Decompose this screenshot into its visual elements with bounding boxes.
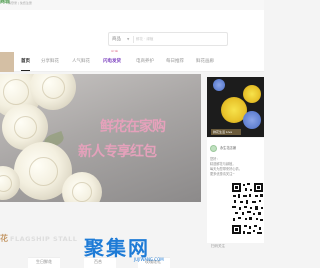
header: 商品 ▼ 鲜花 · 绿植 玫瑰: [0, 10, 264, 54]
nav-item-share[interactable]: 分享鲜花: [41, 52, 59, 72]
blue-flower: [213, 79, 225, 91]
shop-name: 永生花店铺: [220, 146, 236, 150]
side-promo-image[interactable]: 鲜花生活 Live: [207, 77, 264, 137]
banner-headline: 鲜花在家购: [100, 119, 166, 135]
shop-info-card: 永生花店铺 您好： 精选鲜花与绿植， 每天为您带来好心情， 更多优惠请关注~: [207, 138, 264, 243]
search-input[interactable]: 商品 ▼ 鲜花 · 绿植: [108, 32, 228, 46]
nav-item-home[interactable]: 首页: [21, 52, 30, 72]
nav-item-popular[interactable]: 人气鲜花: [72, 52, 90, 72]
nav-item-gallery[interactable]: 鲜花画廊: [196, 52, 214, 72]
side-image-caption: 鲜花生活 Live: [211, 129, 241, 135]
search-divider: [133, 36, 134, 43]
yellow-flower: [243, 85, 261, 103]
search-placeholder: 鲜花 · 绿植: [136, 36, 154, 41]
category-menu-button[interactable]: [0, 52, 14, 72]
shop-avatar: [210, 145, 217, 152]
chevron-down-icon: ▼: [127, 37, 130, 41]
card-line: 更多优惠请关注~: [210, 172, 235, 176]
tab-birthday[interactable]: 生日鲜花: [36, 259, 52, 265]
banner-subheadline: 新人专享红包: [78, 144, 157, 160]
nav-item-daily[interactable]: 每日推荐: [166, 52, 184, 72]
nav-item-care[interactable]: 电商养护: [136, 52, 154, 72]
login-links[interactable]: 请登录 | 免费注册: [8, 1, 32, 5]
qr-caption: 扫码关注: [211, 244, 225, 248]
main-nav: 首页 分享鲜花 人气鲜花 闪电发货 电商养护 每日推荐 鲜花画廊: [0, 52, 264, 72]
nav-item-express[interactable]: 闪电发货: [103, 52, 121, 72]
hero-banner[interactable]: 鲜花在家购 新人专享红包: [0, 74, 201, 202]
qr-code: [231, 181, 264, 236]
watermark-url: JUJIWANG.COM: [134, 257, 164, 262]
section-subtitle: FLAGSHIP STALL: [10, 235, 78, 243]
rose: [62, 172, 102, 202]
blue-flower: [243, 111, 261, 129]
top-bar: 商城 请登录 | 免费注册: [0, 0, 264, 10]
section-title: 花: [0, 234, 8, 243]
search-category-select[interactable]: 商品: [112, 36, 121, 42]
